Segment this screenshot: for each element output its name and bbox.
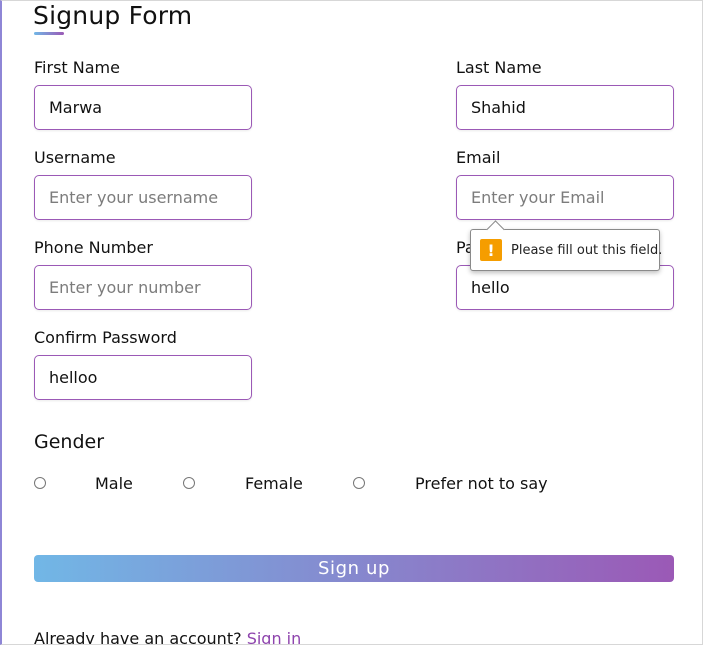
signin-link[interactable]: Sign in: [247, 629, 302, 644]
signin-prompt-line: Already have an account? Sign in: [34, 629, 302, 645]
username-input[interactable]: [34, 175, 252, 220]
confirm-password-input[interactable]: [34, 355, 252, 400]
gender-male-radio[interactable]: [34, 477, 46, 489]
page-title: Signup Form: [33, 1, 193, 30]
phone-label: Phone Number: [34, 238, 153, 257]
tooltip-caret: [486, 220, 505, 239]
gender-female-radio[interactable]: [183, 477, 195, 489]
validation-tooltip: ! Please fill out this field.: [470, 220, 663, 271]
title-underline: [34, 32, 64, 35]
gender-female-label[interactable]: Female: [245, 474, 303, 494]
gender-title: Gender: [34, 431, 105, 453]
email-label: Email: [456, 148, 501, 167]
phone-input[interactable]: [34, 265, 252, 310]
confirm-password-label: Confirm Password: [34, 328, 177, 347]
last-name-input[interactable]: [456, 85, 674, 130]
password-input[interactable]: [456, 265, 674, 310]
warning-icon: !: [480, 239, 502, 261]
username-label: Username: [34, 148, 116, 167]
gender-prefer-not-label[interactable]: Prefer not to say: [415, 474, 548, 494]
first-name-label: First Name: [34, 58, 120, 77]
gender-male-label[interactable]: Male: [95, 474, 133, 494]
last-name-label: Last Name: [456, 58, 542, 77]
gender-prefer-not-radio[interactable]: [353, 477, 365, 489]
tooltip-message: Please fill out this field.: [511, 242, 663, 258]
email-input[interactable]: [456, 175, 674, 220]
signup-page: Signup Form First Name Last Name Usernam…: [0, 0, 703, 645]
signup-button[interactable]: Sign up: [34, 555, 674, 582]
signin-prompt-text: Already have an account?: [34, 629, 242, 645]
first-name-input[interactable]: [34, 85, 252, 130]
